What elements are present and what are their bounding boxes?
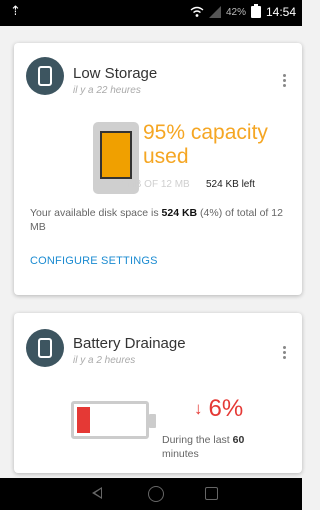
during-prefix: During the last [162, 434, 233, 446]
battery-tip [149, 414, 156, 428]
battery-graphic [71, 401, 156, 439]
card-timestamp: il y a 22 heures [73, 85, 141, 96]
clock: 14:54 [265, 5, 296, 19]
storage-used: 11MB OF 12 MB [116, 179, 190, 190]
low-storage-card[interactable]: Low Storage il y a 22 heures 95% capacit… [14, 43, 302, 295]
phone-icon [26, 57, 64, 95]
during-value: 60 [232, 434, 245, 446]
wifi-icon [190, 6, 204, 17]
card-title: Battery Drainage [73, 335, 186, 352]
navigation-bar [0, 478, 302, 510]
during-suffix: minutes [162, 448, 199, 460]
battery-level-fill [77, 407, 90, 433]
desc-free: 524 KB [161, 207, 198, 219]
more-menu-icon[interactable] [280, 74, 288, 87]
disk-space-description: Your available disk space is 524 KB (4%)… [30, 206, 292, 234]
storage-fill [100, 131, 132, 179]
status-bar: ⇡ 42% 14:54 [0, 0, 302, 26]
phone-icon [26, 329, 64, 367]
battery-drainage-card[interactable]: Battery Drainage il y a 2 heures ↓ 6% Du… [14, 313, 302, 473]
desc-prefix: Your available disk space is [30, 207, 162, 219]
battery-drop: ↓ 6% [194, 395, 243, 423]
more-menu-icon[interactable] [280, 346, 288, 359]
battery-percent: 42% [225, 6, 246, 18]
home-icon[interactable] [148, 486, 164, 502]
recent-apps-icon[interactable] [205, 487, 218, 500]
card-title: Low Storage [73, 65, 158, 82]
signal-icon [208, 6, 221, 18]
storage-left: 524 KB left [206, 179, 255, 190]
battery-icon [250, 4, 261, 18]
card-timestamp: il y a 2 heures [73, 355, 136, 366]
status-right: 42% 14:54 [190, 4, 296, 19]
arrow-down-icon: ↓ [194, 399, 203, 418]
configure-settings-link[interactable]: CONFIGURE SETTINGS [30, 255, 158, 267]
drop-percent: 6% [208, 395, 244, 422]
upload-icon: ⇡ [10, 3, 21, 18]
during-text: During the last 60 minutes [162, 433, 282, 461]
back-icon[interactable] [92, 487, 102, 499]
capacity-used-text: 95% capacity used [143, 121, 268, 168]
